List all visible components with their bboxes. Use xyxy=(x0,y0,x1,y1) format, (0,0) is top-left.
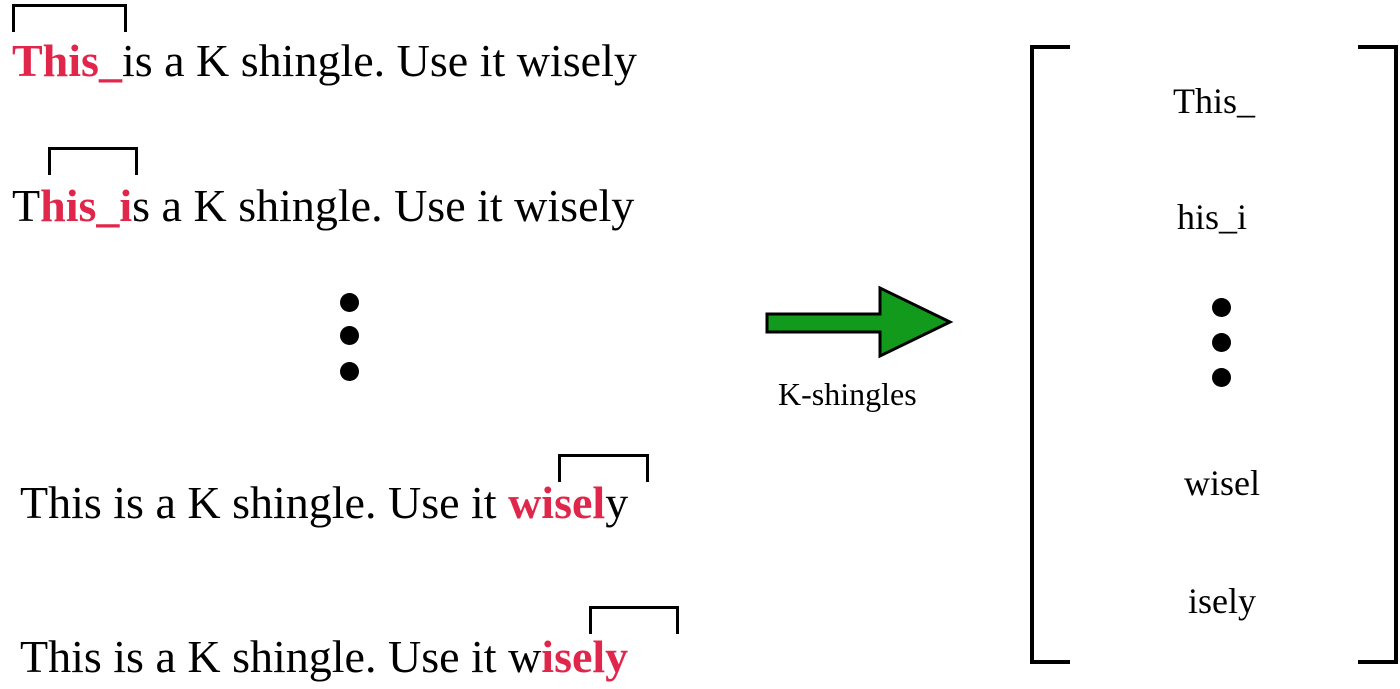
sentence-row-4: This is a K shingle. Use it wisely xyxy=(20,634,628,680)
set-item: isely xyxy=(1188,581,1256,621)
sentence-prefix: This is a K shingle. Use it xyxy=(20,477,509,528)
set-item: wisel xyxy=(1184,463,1260,503)
sentence-row-1: This_is a K shingle. Use it wisely xyxy=(12,38,637,84)
shingle-highlight: isely xyxy=(541,631,629,682)
sentence-prefix: This is a K shingle. Use it w xyxy=(20,631,542,682)
sentence-row-2: This_is a K shingle. Use it wisely xyxy=(12,183,634,229)
shingle-highlight: wisel xyxy=(508,477,606,528)
arrow-shape xyxy=(765,285,954,359)
set-item: This_ xyxy=(1172,81,1255,121)
set-left-bracket xyxy=(1030,45,1070,664)
sentence-suffix: s a K shingle. Use it wisely xyxy=(132,180,635,231)
shingle-highlight: This_ xyxy=(12,35,122,86)
ellipsis-dot xyxy=(340,293,359,312)
ellipsis-dot xyxy=(1212,368,1231,387)
sentence-suffix: y xyxy=(605,477,629,528)
sentence-prefix: T xyxy=(12,180,41,231)
right-arrow-icon xyxy=(765,285,954,359)
ellipsis-dot xyxy=(340,362,359,381)
sentence-row-3: This is a K shingle. Use it wisely xyxy=(20,480,628,526)
arrow-label: K-shingles xyxy=(778,376,917,412)
set-item: his_i xyxy=(1176,197,1247,237)
shingle-bracket-4 xyxy=(589,606,679,634)
ellipsis-dot xyxy=(1212,333,1231,352)
shingle-bracket-1 xyxy=(12,4,127,32)
ellipsis-dot xyxy=(1212,298,1231,317)
set-right-bracket xyxy=(1358,45,1398,664)
shingle-highlight: his_i xyxy=(40,180,133,231)
shingle-bracket-2 xyxy=(48,147,138,175)
sentence-suffix: is a K shingle. Use it wisely xyxy=(121,35,637,86)
ellipsis-dot xyxy=(340,326,359,345)
